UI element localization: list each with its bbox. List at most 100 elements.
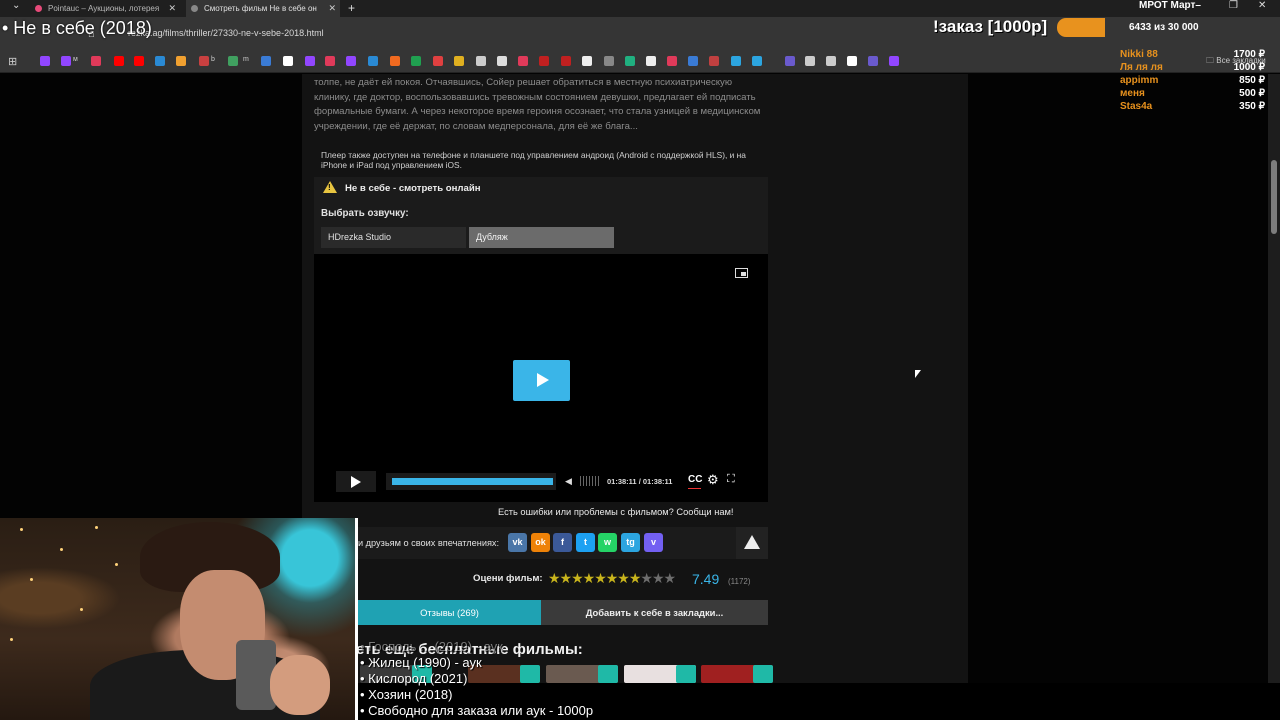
volume-slider[interactable]	[580, 476, 600, 486]
fullscreen-icon[interactable]: ⛶	[727, 473, 735, 486]
background-light	[10, 638, 13, 641]
youtube-bookmark-icon[interactable]	[134, 56, 144, 66]
film-thumbnail[interactable]	[546, 665, 618, 683]
telegram-bookmark-icon[interactable]	[752, 56, 762, 66]
share-label: и друзьям о своих впечатлениях:	[358, 538, 500, 548]
bookmark-icon[interactable]	[283, 56, 293, 66]
bookmark-icon[interactable]	[826, 56, 836, 66]
viber-share-icon[interactable]: v	[644, 533, 663, 552]
donor-name: Stas4a	[1120, 101, 1153, 112]
background-light	[80, 608, 83, 611]
ok-share-icon[interactable]: ok	[531, 533, 550, 552]
voice-option-hdrezka[interactable]: HDrezka Studio	[321, 227, 466, 248]
film-thumbnail[interactable]	[624, 665, 696, 683]
tab-rezka[interactable]: Смотреть фильм Не в себе он ✕	[186, 0, 340, 17]
bookmark-icon[interactable]	[604, 56, 614, 66]
bookmark-icon[interactable]	[91, 56, 101, 66]
bookmark-icon[interactable]	[582, 56, 592, 66]
donor-amount: 350 ₽	[1239, 101, 1265, 112]
bookmark-icon[interactable]	[847, 56, 857, 66]
whatsapp-share-icon[interactable]: w	[598, 533, 617, 552]
bookmark-icon[interactable]	[497, 56, 507, 66]
bookmark-icon[interactable]	[518, 56, 528, 66]
bookmark-icon[interactable]	[667, 56, 677, 66]
close-window-icon[interactable]: ✕	[1258, 0, 1266, 11]
close-tab-icon[interactable]: ✕	[168, 0, 176, 17]
telegram-share-icon[interactable]: tg	[621, 533, 640, 552]
bookmark-icon[interactable]	[476, 56, 486, 66]
rating-votes: (1172)	[728, 577, 751, 586]
volume-icon[interactable]: ◀	[565, 476, 572, 487]
timecode: 01:38:11 / 01:38:11	[607, 477, 673, 486]
bookmark-icon[interactable]	[433, 56, 443, 66]
complain-button[interactable]	[736, 527, 768, 559]
bookmark-icon[interactable]	[889, 56, 899, 66]
bookmark-icon[interactable]	[261, 56, 271, 66]
play-button[interactable]	[336, 471, 376, 492]
youtube-bookmark-icon[interactable]	[114, 56, 124, 66]
twitch-bookmark-icon[interactable]	[61, 56, 71, 66]
twitter-share-icon[interactable]: t	[576, 533, 595, 552]
big-play-button[interactable]	[513, 360, 570, 401]
film-thumbnail[interactable]	[701, 665, 773, 683]
settings-gear-icon[interactable]: ⚙	[707, 472, 719, 488]
order-item: • Жилец (1990) - аук	[360, 655, 482, 670]
bookmark-icon[interactable]	[868, 56, 878, 66]
bookmark-icon[interactable]	[539, 56, 549, 66]
order-price-label: !заказ [1000р]	[933, 17, 1048, 36]
add-bookmark-button[interactable]: Добавить к себе в закладки...	[541, 600, 768, 625]
bookmark-label[interactable]: b	[211, 56, 215, 63]
apps-grid-icon[interactable]: ⊞	[8, 55, 17, 68]
bookmark-icon[interactable]	[368, 56, 378, 66]
new-tab-icon[interactable]: +	[348, 1, 355, 15]
screen: Pointauc – Аукционы, лотерея ✕ Смотреть …	[0, 0, 1280, 720]
bookmark-icon[interactable]	[228, 56, 238, 66]
bookmark-icon[interactable]	[709, 56, 719, 66]
mouse-cursor-icon	[915, 370, 921, 378]
close-tab-icon[interactable]: ✕	[328, 0, 336, 17]
twitch-bookmark-icon[interactable]	[40, 56, 50, 66]
mail-bookmark-icon[interactable]	[176, 56, 186, 66]
bookmarks-bar	[0, 49, 1280, 73]
rating-stars[interactable]: ★★★★★★★★★★★	[548, 570, 676, 587]
bookmark-icon[interactable]	[646, 56, 656, 66]
bookmark-icon[interactable]	[625, 56, 635, 66]
bookmark-icon[interactable]	[325, 56, 335, 66]
bookmark-icon[interactable]	[805, 56, 815, 66]
bookmark-icon[interactable]	[688, 56, 698, 66]
bookmark-icon[interactable]	[199, 56, 209, 66]
bookmark-icon[interactable]	[305, 56, 315, 66]
donor-amount: 1000 ₽	[1233, 62, 1265, 73]
tab-pointauc[interactable]: Pointauc – Аукционы, лотерея ✕	[30, 0, 180, 17]
facebook-share-icon[interactable]: f	[553, 533, 572, 552]
bookmark-icon[interactable]	[454, 56, 464, 66]
bookmark-label[interactable]: m	[243, 56, 249, 63]
reviews-button[interactable]: Отзывы (269)	[358, 600, 541, 625]
video-camera-icon	[753, 665, 773, 683]
voice-option-dub[interactable]: Дубляж	[469, 227, 614, 248]
scrollbar-thumb[interactable]	[1271, 160, 1277, 234]
subtitles-button[interactable]: CC	[688, 474, 702, 485]
bookmark-icon[interactable]	[561, 56, 571, 66]
bookmark-icon[interactable]	[411, 56, 421, 66]
bookmark-icon[interactable]	[155, 56, 165, 66]
tab-list-chevron-icon[interactable]: ⌄	[12, 0, 20, 11]
donor-name: меня	[1120, 88, 1145, 99]
order-item: • Хозяин (2018)	[360, 687, 453, 702]
bookmark-label[interactable]: м	[73, 56, 78, 63]
background-light	[20, 528, 23, 531]
bookmark-icon[interactable]	[346, 56, 356, 66]
report-problem-link[interactable]: Есть ошибки или проблемы с фильмом? Сооб…	[498, 507, 733, 517]
restore-window-icon[interactable]: ❐	[1229, 0, 1238, 11]
vk-share-icon[interactable]: vk	[508, 533, 527, 552]
progress-fill	[392, 478, 553, 485]
filled-stars[interactable]: ★★★★★★★★	[548, 570, 641, 586]
empty-stars[interactable]: ★★★	[640, 570, 676, 586]
bookmark-icon[interactable]	[390, 56, 400, 66]
goal-progress-bar	[1057, 18, 1105, 37]
donor-amount: 500 ₽	[1239, 88, 1265, 99]
telegram-bookmark-icon[interactable]	[731, 56, 741, 66]
background-light	[115, 563, 118, 566]
bookmark-icon[interactable]	[785, 56, 795, 66]
picture-in-picture-icon[interactable]	[735, 268, 748, 278]
